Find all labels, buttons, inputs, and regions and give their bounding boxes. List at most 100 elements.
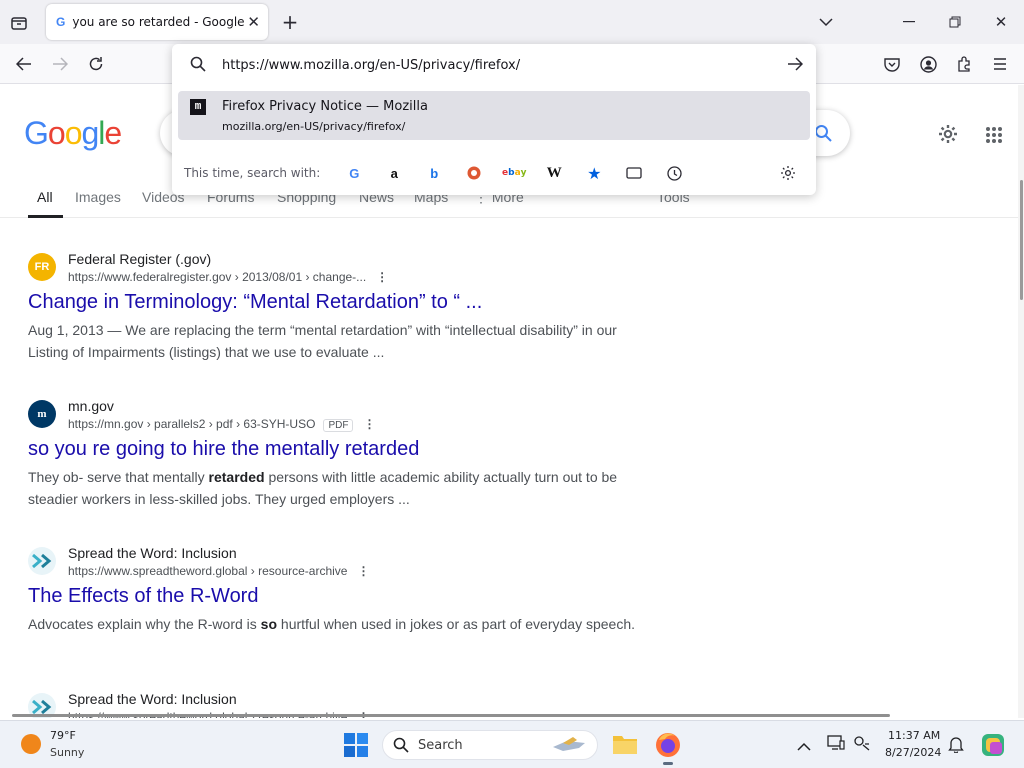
reload-icon[interactable]: [85, 53, 107, 75]
result-url-text: https://mn.gov › parallels2 › pdf › 63-S…: [68, 417, 316, 431]
duckduckgo-icon[interactable]: [454, 162, 494, 184]
search-with-label: This time, search with:: [184, 166, 321, 180]
snippet-text: They ob- serve that mentally: [28, 469, 209, 485]
firefox-taskbar-icon[interactable]: [655, 732, 681, 765]
result-url[interactable]: https://www.spreadtheword.global › resou…: [68, 564, 369, 578]
result-site-name[interactable]: Spread the Word: Inclusion: [68, 691, 237, 707]
active-tab-indicator: [28, 215, 63, 218]
pdf-badge: PDF: [323, 419, 354, 432]
clock-time[interactable]: 11:37 AM: [888, 729, 940, 742]
result-url[interactable]: https://www.federalregister.gov › 2013/0…: [68, 270, 388, 284]
copilot-icon[interactable]: [980, 732, 1006, 762]
result-snippet: They ob- serve that mentally retarded pe…: [28, 466, 638, 510]
account-icon[interactable]: [917, 53, 939, 75]
app-menu-icon[interactable]: [989, 53, 1011, 75]
bookmarks-icon[interactable]: ★: [574, 162, 614, 184]
google-logo[interactable]: Google: [24, 115, 122, 152]
url-bar-dropdown: m Firefox Privacy Notice — Mozilla mozil…: [172, 44, 816, 195]
result-url[interactable]: https://mn.gov › parallels2 › pdf › 63-S…: [68, 417, 375, 432]
bing-icon[interactable]: b: [414, 162, 454, 184]
snippet-highlight: retarded: [208, 469, 265, 485]
url-suggestion[interactable]: m Firefox Privacy Notice — Mozilla mozil…: [178, 91, 810, 140]
pocket-icon[interactable]: [881, 53, 903, 75]
notification-bell-icon[interactable]: [948, 735, 964, 757]
settings-gear-icon[interactable]: [937, 123, 959, 149]
google-icon[interactable]: G: [334, 162, 374, 184]
logo-letter: e: [104, 115, 122, 151]
forward-icon[interactable]: [49, 53, 71, 75]
more-options-icon[interactable]: ⋮: [357, 564, 369, 578]
search-highlight-icon: [549, 735, 589, 759]
vertical-scrollbar[interactable]: [1018, 85, 1024, 718]
tab-images[interactable]: Images: [75, 189, 121, 205]
close-window-button[interactable]: ✕: [990, 12, 1012, 32]
tab-strip: G you are so retarded - Google Se ✕ + ✕: [0, 0, 1024, 44]
google-search-icon[interactable]: [814, 124, 832, 146]
tabs-icon[interactable]: [614, 162, 654, 184]
result-url-text: https://www.spreadtheword.global › resou…: [68, 564, 348, 578]
taskbar-search-label: Search: [418, 738, 463, 753]
snippet-highlight: so: [260, 616, 278, 632]
search-result: FR Federal Register (.gov) https://www.f…: [28, 251, 648, 373]
history-icon[interactable]: [654, 162, 694, 184]
horizontal-scrollbar[interactable]: [12, 714, 890, 717]
result-snippet: Aug 1, 2013 — We are replacing the term …: [28, 322, 617, 360]
result-site-name[interactable]: mn.gov: [68, 398, 114, 414]
logo-letter: g: [81, 115, 99, 151]
snippet-text: Advocates explain why the R-word is: [28, 616, 261, 632]
url-input[interactable]: [222, 53, 762, 77]
wikipedia-icon[interactable]: W: [534, 162, 574, 184]
search-settings-gear-icon[interactable]: [768, 162, 808, 184]
tray-chevron-up-icon[interactable]: [797, 737, 811, 756]
suggestion-url: mozilla.org/en-US/privacy/firefox/: [222, 120, 406, 133]
more-options-icon[interactable]: ⋮: [376, 270, 388, 284]
list-tabs-chevron-icon[interactable]: [815, 12, 837, 32]
close-tab-icon[interactable]: ✕: [247, 13, 260, 31]
federal-register-favicon-icon: FR: [28, 253, 56, 281]
result-site-name[interactable]: Federal Register (.gov): [68, 251, 211, 267]
browser-tab[interactable]: G you are so retarded - Google Se ✕: [46, 4, 268, 40]
mn-gov-favicon-icon: m: [28, 400, 56, 428]
more-options-icon[interactable]: ⋮: [363, 417, 375, 431]
windows-start-icon[interactable]: [344, 733, 368, 761]
go-arrow-icon[interactable]: [787, 56, 804, 75]
tab-title: you are so retarded - Google Se: [72, 15, 248, 29]
back-icon[interactable]: [13, 53, 35, 75]
result-title[interactable]: so you re going to hire the mentally ret…: [28, 438, 419, 461]
snippet-text: hurtful when used in jokes or as part of…: [277, 616, 635, 632]
amazon-icon[interactable]: a: [374, 162, 414, 184]
new-tab-button[interactable]: +: [279, 10, 301, 34]
search-engine-row: This time, search with: G a b ebay W ★: [184, 162, 808, 184]
search-icon: [190, 56, 206, 76]
logo-letter: G: [24, 115, 49, 151]
taskbar-search-box[interactable]: Search: [382, 730, 598, 760]
tab-manager-icon[interactable]: [8, 12, 30, 34]
display-icon[interactable]: [827, 735, 845, 755]
extensions-icon[interactable]: [953, 53, 975, 75]
logo-letter: o: [64, 115, 83, 151]
search-result: m mn.gov https://mn.gov › parallels2 › p…: [28, 398, 648, 520]
network-icon[interactable]: [853, 735, 871, 755]
search-result: Spread the Word: Inclusion https://www.s…: [28, 545, 648, 667]
sun-weather-icon[interactable]: [21, 734, 41, 754]
result-snippet: Advocates explain why the R-word is so h…: [28, 613, 638, 635]
minimize-button[interactable]: [898, 12, 920, 32]
ebay-icon[interactable]: ebay: [494, 162, 534, 184]
file-explorer-icon[interactable]: [612, 733, 638, 759]
weather-description[interactable]: Sunny: [50, 746, 84, 759]
scrollbar-thumb[interactable]: [1020, 180, 1023, 300]
google-favicon-icon: G: [56, 15, 66, 29]
mozilla-icon: m: [190, 99, 206, 115]
result-title[interactable]: The Effects of the R-Word: [28, 585, 258, 608]
logo-letter: o: [47, 115, 66, 151]
taskbar-search-icon: [393, 737, 409, 757]
restore-button[interactable]: [944, 12, 966, 32]
weather-temperature[interactable]: 79°F: [50, 729, 76, 742]
google-apps-icon[interactable]: [985, 126, 1003, 148]
clock-date[interactable]: 8/27/2024: [885, 746, 941, 759]
result-site-name[interactable]: Spread the Word: Inclusion: [68, 545, 237, 561]
result-url-text: https://www.federalregister.gov › 2013/0…: [68, 270, 367, 284]
windows-taskbar: 79°F Sunny Search 11:37 AM 8/27/2024: [0, 720, 1024, 768]
result-title[interactable]: Change in Terminology: “Mental Retardati…: [28, 291, 482, 314]
tab-all[interactable]: All: [37, 189, 53, 205]
